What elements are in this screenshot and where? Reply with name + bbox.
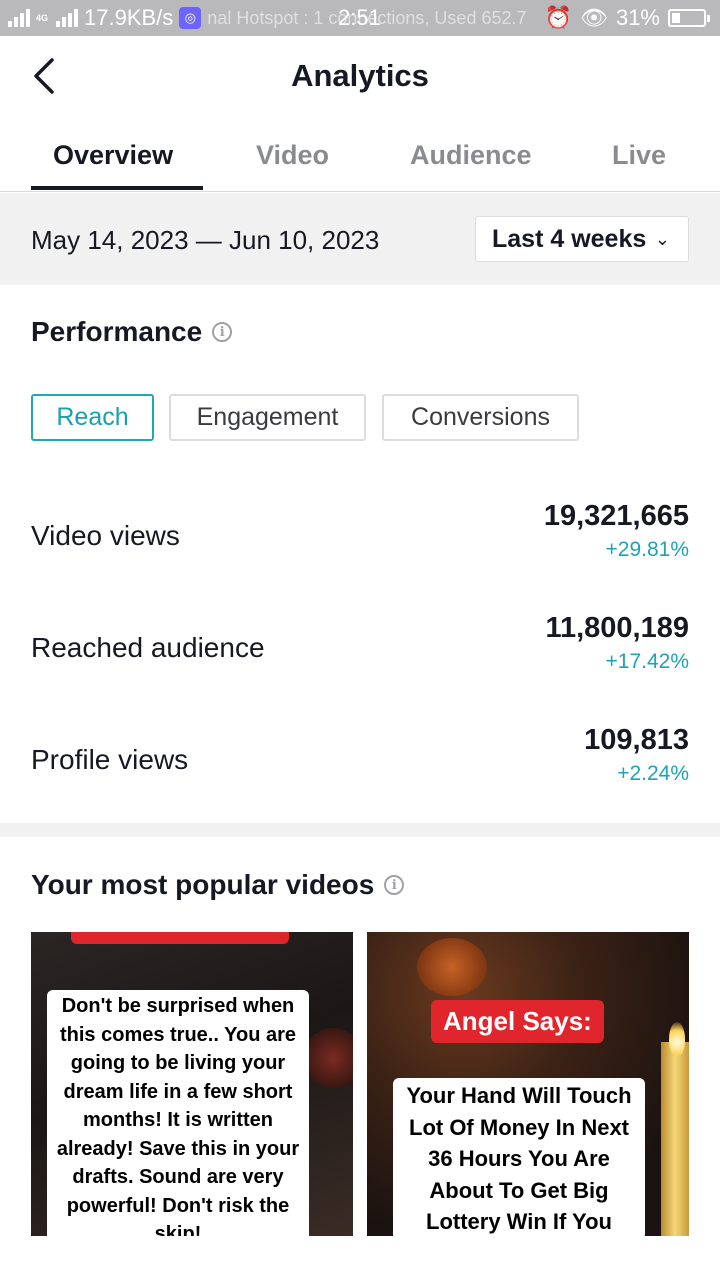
date-range-selected: Last 4 weeks <box>492 225 647 253</box>
video-background <box>303 1028 353 1088</box>
date-range-label: May 14, 2023 — Jun 10, 2023 <box>31 225 380 255</box>
metric-row[interactable]: Profile views 109,813 +2.24% <box>0 712 720 802</box>
metric-value: 19,321,665 <box>543 500 689 532</box>
video-title-strip <box>71 932 289 944</box>
info-icon[interactable]: i <box>212 322 233 342</box>
metric-value: 11,800,189 <box>545 612 689 644</box>
tab-overview[interactable]: Overview <box>53 140 173 171</box>
metric-change: +17.42% <box>605 650 690 673</box>
battery-percent: 31% <box>615 5 660 30</box>
app-header: Analytics <box>0 36 720 120</box>
video-caption: Your Hand Will Touch Lot Of Money In Nex… <box>393 1078 645 1236</box>
eye-icon: 👁 <box>580 5 608 30</box>
performance-title: Performance <box>31 316 203 347</box>
info-icon[interactable]: i <box>384 875 405 895</box>
metric-row[interactable]: Reached audience 11,800,189 +17.42% <box>0 600 720 690</box>
metric-label: Reached audience <box>31 632 265 663</box>
tab-video[interactable]: Video <box>256 140 329 171</box>
video-thumbnail[interactable]: Angel Says: Your Hand Will Touch Lot Of … <box>367 932 689 1236</box>
metric-value: 109,813 <box>584 724 689 756</box>
pill-reach[interactable]: Reach <box>31 394 154 441</box>
performance-heading: Performance i <box>31 316 233 348</box>
chevron-down-icon: ⌄ <box>654 229 670 249</box>
status-bar: 4G 17.9KB/s ◎ nal Hotspot : 1 connection… <box>0 0 720 36</box>
flame-graphic <box>669 1022 685 1056</box>
alarm-icon: ⏰ <box>544 5 573 30</box>
pill-engagement[interactable]: Engagement <box>169 394 366 441</box>
date-filter-bar: May 14, 2023 — Jun 10, 2023 Last 4 weeks… <box>0 193 720 285</box>
metric-change: +2.24% <box>617 762 689 785</box>
metric-label: Profile views <box>31 744 189 775</box>
metric-row[interactable]: Video views 19,321,665 +29.81% <box>0 488 720 578</box>
hotspot-icon: ◎ <box>179 7 202 29</box>
status-right: ⏰ 👁 31% <box>544 5 710 31</box>
battery-icon <box>668 9 710 27</box>
network-type: 4G <box>36 12 49 23</box>
section-divider <box>0 823 720 837</box>
status-time: 2:51 <box>338 5 381 30</box>
date-range-dropdown[interactable]: Last 4 weeks ⌄ <box>475 216 689 262</box>
popular-videos-title: Your most popular videos <box>31 869 375 900</box>
candle-graphic <box>661 1042 689 1236</box>
signal-icon-2 <box>56 9 79 27</box>
page-title: Analytics <box>291 58 429 93</box>
popular-videos-heading: Your most popular videos i <box>31 869 405 901</box>
pill-conversions[interactable]: Conversions <box>382 394 579 441</box>
tab-audience[interactable]: Audience <box>410 140 532 171</box>
video-badge: Angel Says: <box>431 1000 604 1043</box>
status-left: 4G 17.9KB/s ◎ nal Hotspot : 1 connection… <box>8 5 527 31</box>
metric-change: +29.81% <box>605 538 690 561</box>
video-thumbnail[interactable]: Don't be surprised when this comes true.… <box>31 932 353 1236</box>
tab-bar: Overview Video Audience Live <box>0 126 720 192</box>
signal-icon <box>8 9 30 27</box>
tab-indicator <box>31 186 203 190</box>
video-background <box>417 938 487 996</box>
tab-live[interactable]: Live <box>612 140 666 171</box>
metric-label: Video views <box>31 520 180 551</box>
network-speed: 17.9KB/s <box>84 5 174 30</box>
video-caption: Don't be surprised when this comes true.… <box>47 990 309 1236</box>
